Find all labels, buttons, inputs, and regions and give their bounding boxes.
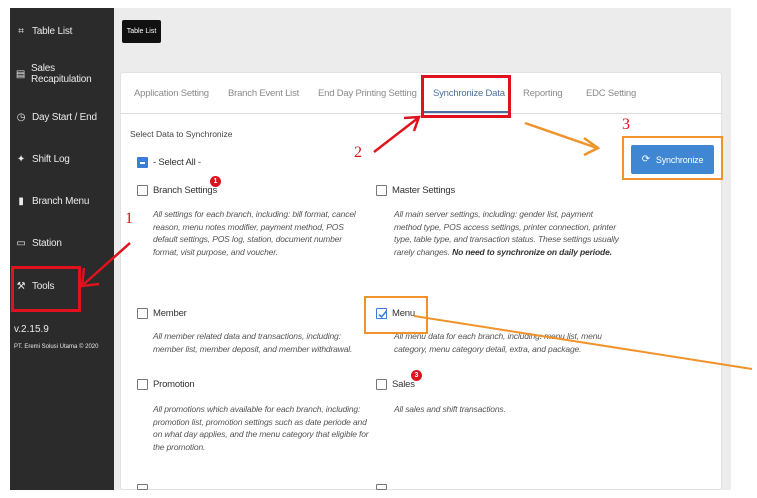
sidebar-item-label: Day Start / End (32, 111, 97, 123)
synchronize-button[interactable]: ⟳ Synchronize (631, 145, 714, 174)
tab-application-setting[interactable]: Application Setting (134, 88, 209, 99)
member-label: Member (153, 308, 187, 319)
branch-badge: 1 (210, 176, 221, 187)
report-icon: ▤ (15, 68, 26, 80)
menu-highlight-box (364, 296, 428, 334)
tools-highlight-box (11, 266, 81, 312)
sidebar: ⌗ Table List ▤ Sales Recapitulation ◷ Da… (10, 8, 114, 490)
member-checkbox[interactable] (137, 308, 148, 319)
sidebar-item-day-start-end[interactable]: ◷ Day Start / End (10, 102, 114, 132)
master-settings-desc: All main server settings, including: gen… (394, 208, 620, 258)
page-title: Table List (122, 20, 161, 43)
tab-end-day-printing-setting[interactable]: End Day Printing Setting (318, 88, 417, 99)
annotation-number-2: 2 (354, 144, 362, 161)
promotion-checkbox[interactable] (137, 379, 148, 390)
branch-settings-checkbox[interactable] (137, 185, 148, 196)
annotation-number-1: 1 (125, 210, 133, 227)
shift-icon: ✦ (16, 153, 26, 165)
monitor-icon: ▭ (16, 237, 26, 249)
promotion-desc: All promotions which available for each … (153, 404, 369, 452)
sidebar-item-label: Sales Recapitulation (30, 63, 92, 85)
section-label: Select Data to Synchronize (130, 129, 233, 139)
sales-label: Sales (392, 379, 415, 390)
sidebar-item-label: Station (32, 237, 62, 249)
master-settings-desc-strong: No need to synchronize on daily periode. (452, 246, 612, 257)
sidebar-item-label: Branch Menu (32, 195, 90, 207)
select-all-label: - Select All - (153, 157, 201, 168)
next-row-checkbox-right[interactable] (376, 484, 387, 490)
tab-reporting[interactable]: Reporting (523, 88, 563, 99)
tab-branch-event-list[interactable]: Branch Event List (228, 88, 299, 99)
sales-desc: All sales and shift transactions. (394, 404, 506, 414)
clock-icon: ◷ (16, 111, 26, 123)
sidebar-item-branch-menu[interactable]: ▮ Branch Menu (10, 186, 114, 216)
branch-settings-label: Branch Settings (153, 185, 218, 196)
sidebar-item-label: Shift Log (32, 153, 70, 165)
sidebar-item-label: Table List (32, 25, 73, 37)
sidebar-item-table-list[interactable]: ⌗ Table List (10, 16, 114, 46)
promotion-label: Promotion (153, 379, 195, 390)
sidebar-item-shift-log[interactable]: ✦ Shift Log (10, 144, 114, 174)
branch-settings-desc: All settings for each branch, including:… (153, 209, 356, 257)
book-icon: ▮ (18, 195, 24, 207)
tab-edc-setting[interactable]: EDC Setting (586, 88, 636, 99)
sales-checkbox[interactable] (376, 379, 387, 390)
master-settings-checkbox[interactable] (376, 185, 387, 196)
refresh-icon: ⟳ (641, 154, 650, 165)
sync-tab-highlight-box (421, 75, 511, 118)
sidebar-item-station[interactable]: ▭ Station (10, 228, 114, 258)
synchronize-button-label: Synchronize (655, 154, 704, 165)
sales-badge: 3 (411, 370, 422, 381)
table-icon: ⌗ (18, 25, 24, 37)
member-desc: All member related data and transactions… (153, 331, 353, 354)
select-all-checkbox[interactable] (137, 157, 148, 168)
sidebar-item-sales-recapitulation[interactable]: ▤ Sales Recapitulation (10, 59, 114, 89)
copyright-text: PT. Eremi Solusi Utama © 2020 (14, 344, 99, 350)
version-text: v.2.15.9 (14, 324, 49, 335)
master-settings-label: Master Settings (392, 185, 455, 196)
next-row-checkbox-left[interactable] (137, 484, 148, 490)
annotation-number-3: 3 (622, 116, 630, 133)
